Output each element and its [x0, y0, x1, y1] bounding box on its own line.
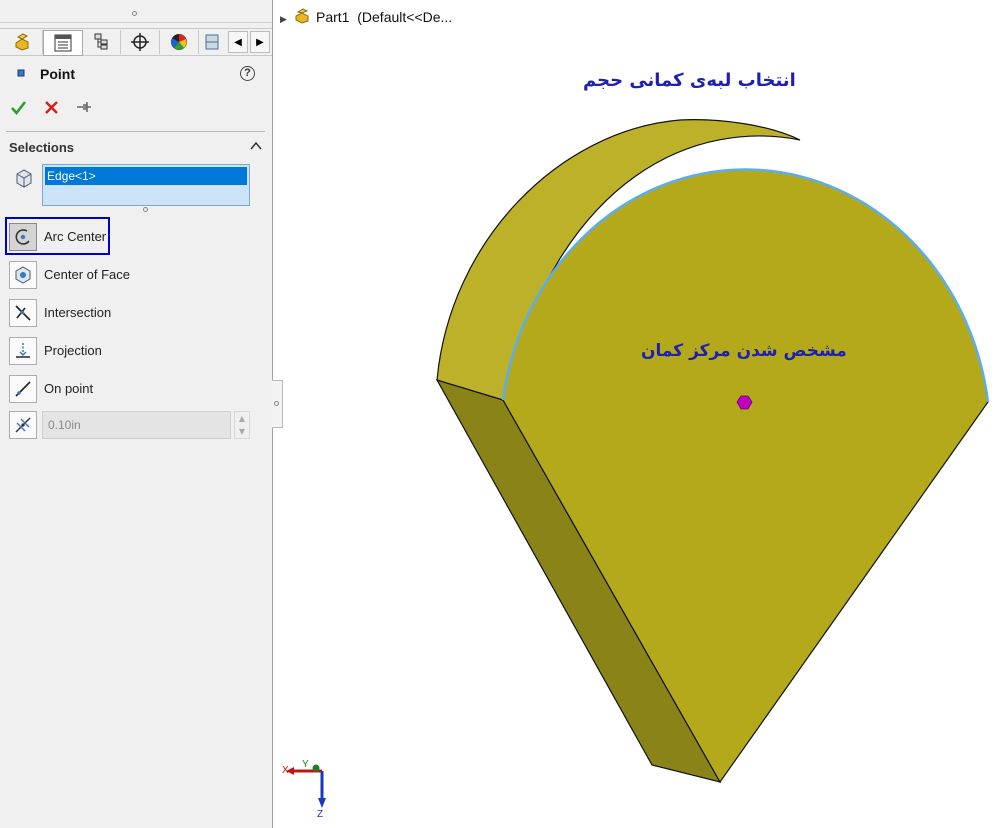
on-point-option[interactable]: On point [9, 375, 119, 403]
spin-up-icon: ▲ [238, 414, 246, 423]
projection-option[interactable]: Projection [9, 337, 119, 365]
list-resize-grip[interactable] [143, 207, 148, 212]
annotation-arc-center: مشخص شدن مرکز کمان [641, 341, 847, 361]
projection-button[interactable] [9, 337, 37, 365]
chevron-right-icon: ▶ [256, 36, 264, 48]
expand-arrow-icon[interactable]: ▶ [280, 14, 294, 25]
point-feature-icon [17, 69, 25, 77]
graphics-area[interactable]: انتخاب لبه‌ی کمانی حجم مشخص شدن مرکز کما… [273, 0, 996, 828]
configuration-manager-icon [94, 33, 108, 50]
dimxpert-manager-icon [131, 33, 149, 51]
tab-dimxpert-manager[interactable] [121, 30, 160, 54]
triad-x-label: X [282, 765, 289, 776]
intersection-label: Intersection [44, 305, 112, 320]
triad-z-label: Z [317, 809, 324, 820]
distance-button[interactable] [9, 411, 37, 439]
part-feature-manager-icon [15, 33, 29, 51]
model-view[interactable] [273, 0, 996, 828]
cam-manager-icon [205, 34, 219, 50]
projection-label: Projection [44, 343, 102, 358]
feature-tree-flyout[interactable]: ▶ Part1 (Default<<De... [280, 8, 452, 28]
configuration-name: (Default<<De... [357, 9, 453, 25]
cancel-button[interactable] [44, 100, 59, 115]
arc-center-button[interactable] [9, 223, 37, 251]
collapse-section-icon[interactable] [250, 141, 262, 151]
triad-y-label: Y [302, 759, 309, 770]
tab-scroll-right-button[interactable]: ▶ [250, 31, 270, 53]
arc-center-label: Arc Center [44, 229, 107, 244]
annotation-select-arc-edge: انتخاب لبه‌ی کمانی حجم [583, 70, 796, 91]
manager-tab-bar: ◀ ▶ [0, 28, 272, 56]
selection-filter-icon [16, 169, 32, 188]
arc-center-option[interactable]: Arc Center [9, 223, 109, 251]
model-front-face[interactable] [502, 168, 989, 784]
pin-button[interactable] [76, 100, 92, 114]
distance-input[interactable]: 0.10in [42, 411, 231, 439]
center-of-face-icon [15, 266, 31, 284]
arc-center-icon [15, 229, 30, 245]
ok-button[interactable] [10, 99, 27, 116]
tab-scroll-left-button[interactable]: ◀ [228, 31, 248, 53]
section-divider [6, 131, 265, 132]
center-of-face-option[interactable]: Center of Face [9, 261, 139, 289]
help-icon[interactable]: ? [240, 66, 255, 81]
center-of-face-label: Center of Face [44, 267, 130, 282]
on-point-label: On point [44, 381, 94, 396]
projection-icon [16, 343, 30, 358]
intersection-icon [15, 305, 31, 321]
intersection-option[interactable]: Intersection [9, 299, 129, 327]
on-point-icon [15, 381, 31, 397]
spin-down-icon: ▼ [238, 427, 246, 436]
tab-feature-manager[interactable] [4, 30, 43, 54]
intersection-button[interactable] [9, 299, 37, 327]
property-manager-icon [54, 34, 72, 52]
display-manager-icon [171, 34, 187, 50]
chevron-left-icon: ◀ [234, 36, 242, 48]
property-manager-title: Point [40, 66, 75, 82]
tab-configuration-manager[interactable] [82, 30, 121, 54]
distance-spinner[interactable]: ▲ ▼ [234, 411, 250, 439]
center-of-face-button[interactable] [9, 261, 37, 289]
tab-display-manager[interactable] [160, 30, 199, 54]
selections-section-title[interactable]: Selections [9, 140, 74, 155]
tab-cam-manager[interactable] [199, 30, 225, 54]
part-name[interactable]: Part1 [316, 9, 349, 25]
selected-item[interactable]: Edge<1> [45, 167, 247, 185]
tab-property-manager[interactable] [43, 30, 83, 56]
part-icon [295, 8, 309, 24]
property-manager-panel: ◀ ▶ Point ? Selections Edge<1> Arc Cente… [0, 0, 273, 828]
selection-list-box[interactable]: Edge<1> [42, 164, 250, 206]
panel-resize-grip[interactable] [132, 11, 137, 16]
on-point-button[interactable] [9, 375, 37, 403]
distance-option [9, 411, 39, 439]
distance-along-curve-icon [15, 417, 31, 433]
